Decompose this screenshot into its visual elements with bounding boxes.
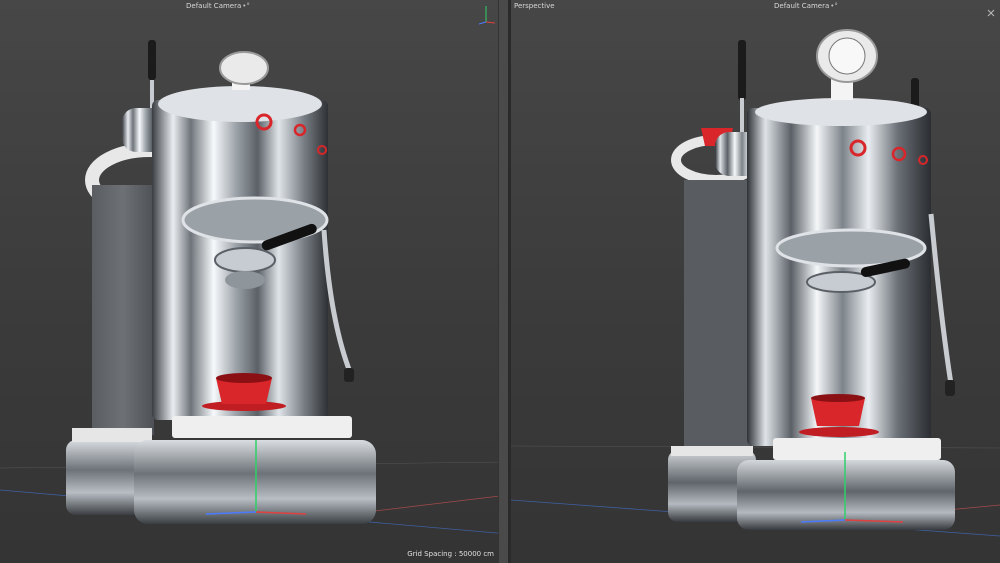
viewport-scrollbar[interactable] xyxy=(498,0,508,563)
orientation-gizmo[interactable] xyxy=(475,2,497,26)
dot-arrow-icon: •° xyxy=(242,2,250,10)
viewport-left-scene xyxy=(0,40,508,535)
editor-workspace: Default Camera•° Grid Spacing : 50000 cm xyxy=(0,0,1000,563)
camera-name: Default Camera xyxy=(774,2,830,10)
view-mode-label[interactable]: Perspective xyxy=(514,2,555,10)
close-icon[interactable] xyxy=(987,2,995,17)
camera-menu[interactable]: Default Camera•° xyxy=(186,2,250,10)
grid-spacing-label: Grid Spacing : 50000 cm xyxy=(407,550,494,558)
viewport-right[interactable]: Perspective Default Camera•° xyxy=(511,0,1000,563)
camera-menu-right[interactable]: Default Camera•° xyxy=(774,2,838,10)
dot-arrow-icon: •° xyxy=(830,2,838,10)
viewport-left[interactable]: Default Camera•° Grid Spacing : 50000 cm xyxy=(0,0,508,563)
camera-name: Default Camera xyxy=(186,2,242,10)
viewport-right-scene xyxy=(511,29,1000,537)
